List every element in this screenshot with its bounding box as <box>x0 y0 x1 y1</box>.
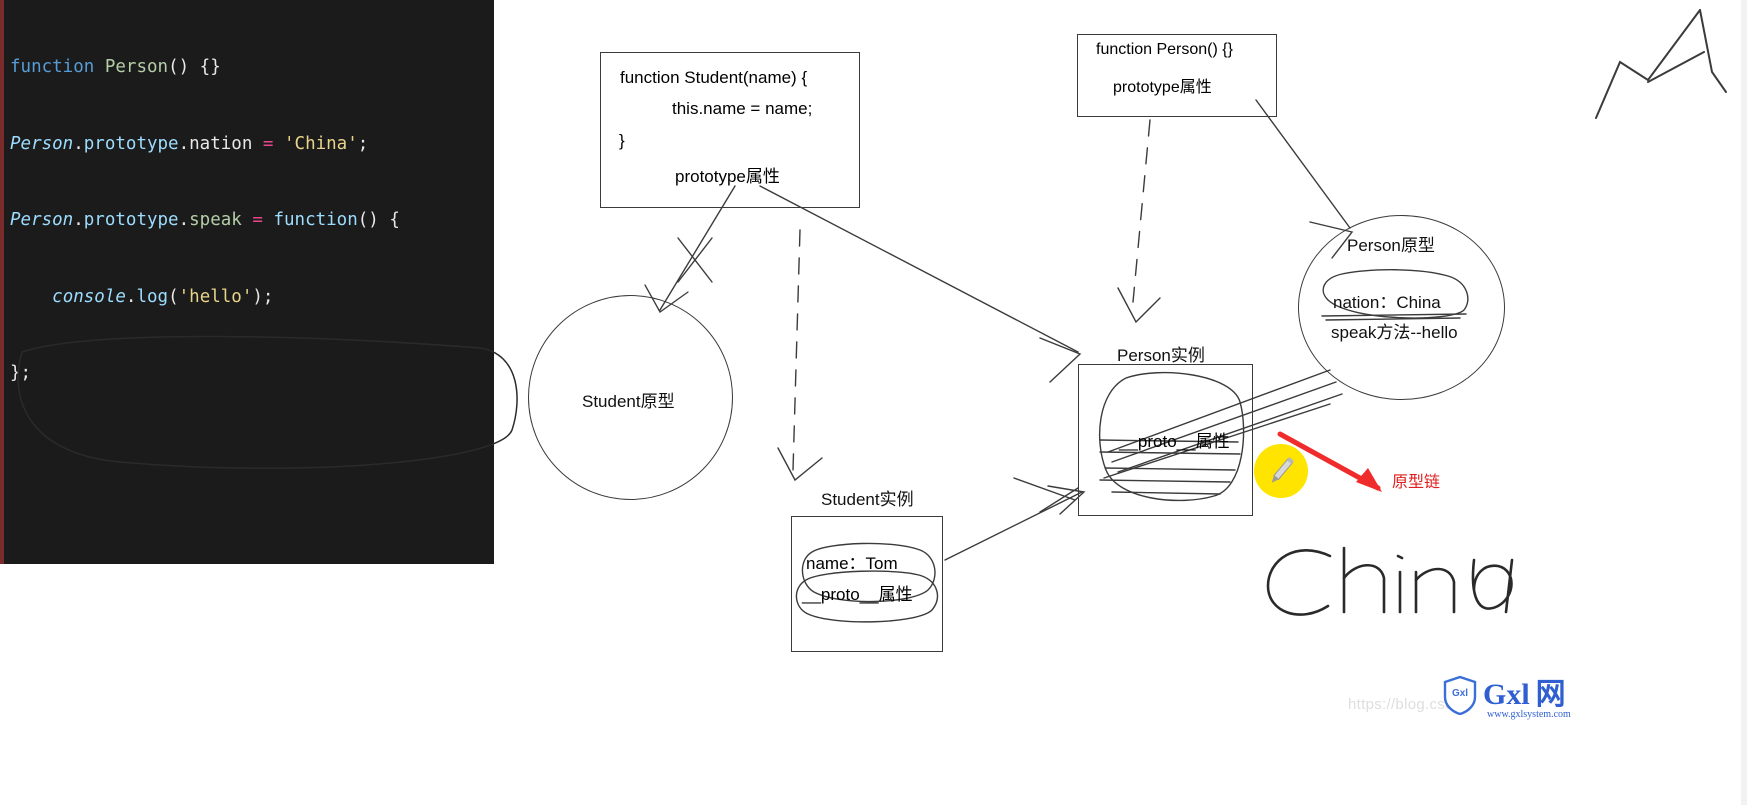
prototype-chain-label: 原型链 <box>1392 474 1441 491</box>
person-instance-proto-label: __proto__属性 <box>1119 432 1230 451</box>
logo-wang-text: 网 <box>1535 678 1566 711</box>
person-prototype-label: Person原型 <box>1347 236 1435 255</box>
student-instance-proto: __proto__属性 <box>802 585 913 604</box>
pen-icon <box>1271 457 1294 483</box>
logo-gxl-text: Gxl <box>1483 678 1530 711</box>
connector-student-to-person <box>944 491 1083 561</box>
person-instance-title: Person实例 <box>1117 346 1205 365</box>
student-box-prototype-label: prototype属性 <box>675 167 780 186</box>
code-editor-panel[interactable]: function Person() {} Person.prototype.na… <box>0 0 494 564</box>
shield-logo-text: Gxl <box>1451 688 1469 699</box>
code-line: function Person() {} <box>10 57 221 77</box>
person-box-line-1: function Person() {} <box>1096 41 1233 58</box>
student-box-line-2: this.name = name; <box>672 99 813 118</box>
cursor-highlight-dot <box>1254 444 1308 498</box>
student-box-line-1: function Student(name) { <box>620 68 808 87</box>
code-line: console.log('hello'); <box>52 286 274 307</box>
student-instance-name: name：Tom <box>806 554 898 573</box>
ink-arrow-topright <box>1595 9 1701 119</box>
connector-dashed-person-instance <box>1132 119 1151 303</box>
connector-dashed-student-instance <box>792 229 801 471</box>
person-prototype-speak: speak方法--hello <box>1331 323 1458 342</box>
code-line: }; <box>10 363 32 383</box>
logo-url-text: www.gxlsystem.com <box>1487 709 1571 720</box>
student-prototype-label: Student原型 <box>582 392 675 411</box>
code-line: Person.prototype.nation = 'China'; <box>10 133 369 154</box>
gxl-logo: Gxl Gxl 网 www.gxlsystem.com <box>1443 675 1571 720</box>
student-instance-title: Student实例 <box>821 490 914 509</box>
shield-icon: Gxl <box>1443 675 1477 716</box>
student-box-line-3: } <box>619 131 625 150</box>
connector-person-prototype <box>1255 99 1351 229</box>
person-box-prototype-label: prototype属性 <box>1113 79 1212 96</box>
screenshot-canvas: function Person() {} Person.prototype.na… <box>0 0 1747 805</box>
ink-handwriting-china <box>1266 546 1514 616</box>
scrollbar[interactable] <box>1741 0 1747 805</box>
connector-student-to-person-instance <box>759 185 1079 353</box>
person-prototype-nation: nation：China <box>1333 293 1441 312</box>
code-line: Person.prototype.speak = function() { <box>10 210 400 230</box>
